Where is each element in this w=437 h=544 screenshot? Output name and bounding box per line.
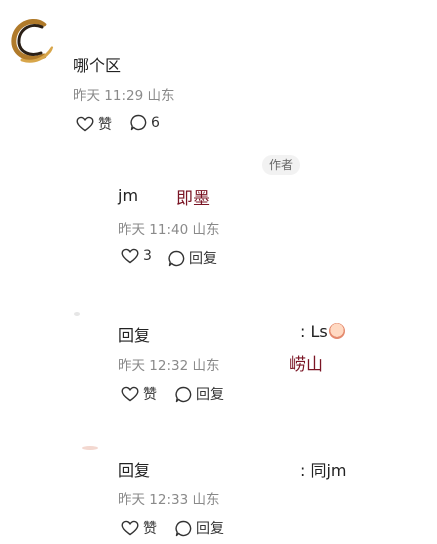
reply-text: : 同jm xyxy=(300,461,347,480)
comment-timestamp: 昨天 11:40 山东 xyxy=(118,222,220,238)
reply-count: 6 xyxy=(151,114,160,131)
comment-timestamp: 昨天 12:32 山东 xyxy=(118,358,220,374)
speech-bubble-icon xyxy=(175,386,192,403)
heart-outline-icon xyxy=(121,520,139,536)
comment-username[interactable]: 哪个区 xyxy=(73,52,121,76)
heart-outline-icon xyxy=(76,116,94,132)
like-button[interactable]: 赞 xyxy=(121,518,157,538)
reply-button[interactable]: 回复 xyxy=(168,248,217,268)
handwritten-annotation: 即墨 xyxy=(176,189,210,209)
like-label: 赞 xyxy=(98,117,112,133)
face-emoji-icon xyxy=(328,323,345,339)
comment-timestamp: 昨天 12:33 山东 xyxy=(118,492,220,508)
comment-username[interactable]: 回复 xyxy=(118,457,150,481)
heart-outline-icon xyxy=(121,248,139,264)
reply-label: 回复 xyxy=(196,387,224,403)
reply-button[interactable]: 回复 xyxy=(175,518,224,538)
like-button[interactable]: 赞 xyxy=(121,384,157,404)
heart-outline-icon xyxy=(121,386,139,402)
speech-bubble-icon xyxy=(175,520,192,537)
speech-bubble-icon xyxy=(130,114,147,131)
like-label: 赞 xyxy=(143,387,157,403)
handwritten-annotation: 崂山 xyxy=(289,355,323,375)
like-label: 赞 xyxy=(143,521,157,537)
reply-label: 回复 xyxy=(189,251,217,267)
like-button[interactable]: 赞 xyxy=(76,114,112,134)
speech-bubble-icon xyxy=(168,250,185,267)
comment-username[interactable]: jm xyxy=(118,186,138,205)
comment-timestamp: 昨天 11:29 山东 xyxy=(73,88,175,104)
reply-button[interactable]: 6 xyxy=(130,114,160,131)
reply-text: : Ls xyxy=(300,322,328,341)
avatar[interactable] xyxy=(74,312,80,316)
like-count: 3 xyxy=(143,248,152,264)
comment-username[interactable]: 回复 xyxy=(118,322,150,346)
reply-content: : Ls xyxy=(300,322,345,341)
reply-button[interactable]: 回复 xyxy=(175,384,224,404)
avatar[interactable] xyxy=(8,18,54,64)
avatar[interactable] xyxy=(82,446,98,450)
reply-label: 回复 xyxy=(196,521,224,537)
like-button[interactable]: 3 xyxy=(121,248,152,264)
author-tag: 作者 xyxy=(262,155,301,175)
